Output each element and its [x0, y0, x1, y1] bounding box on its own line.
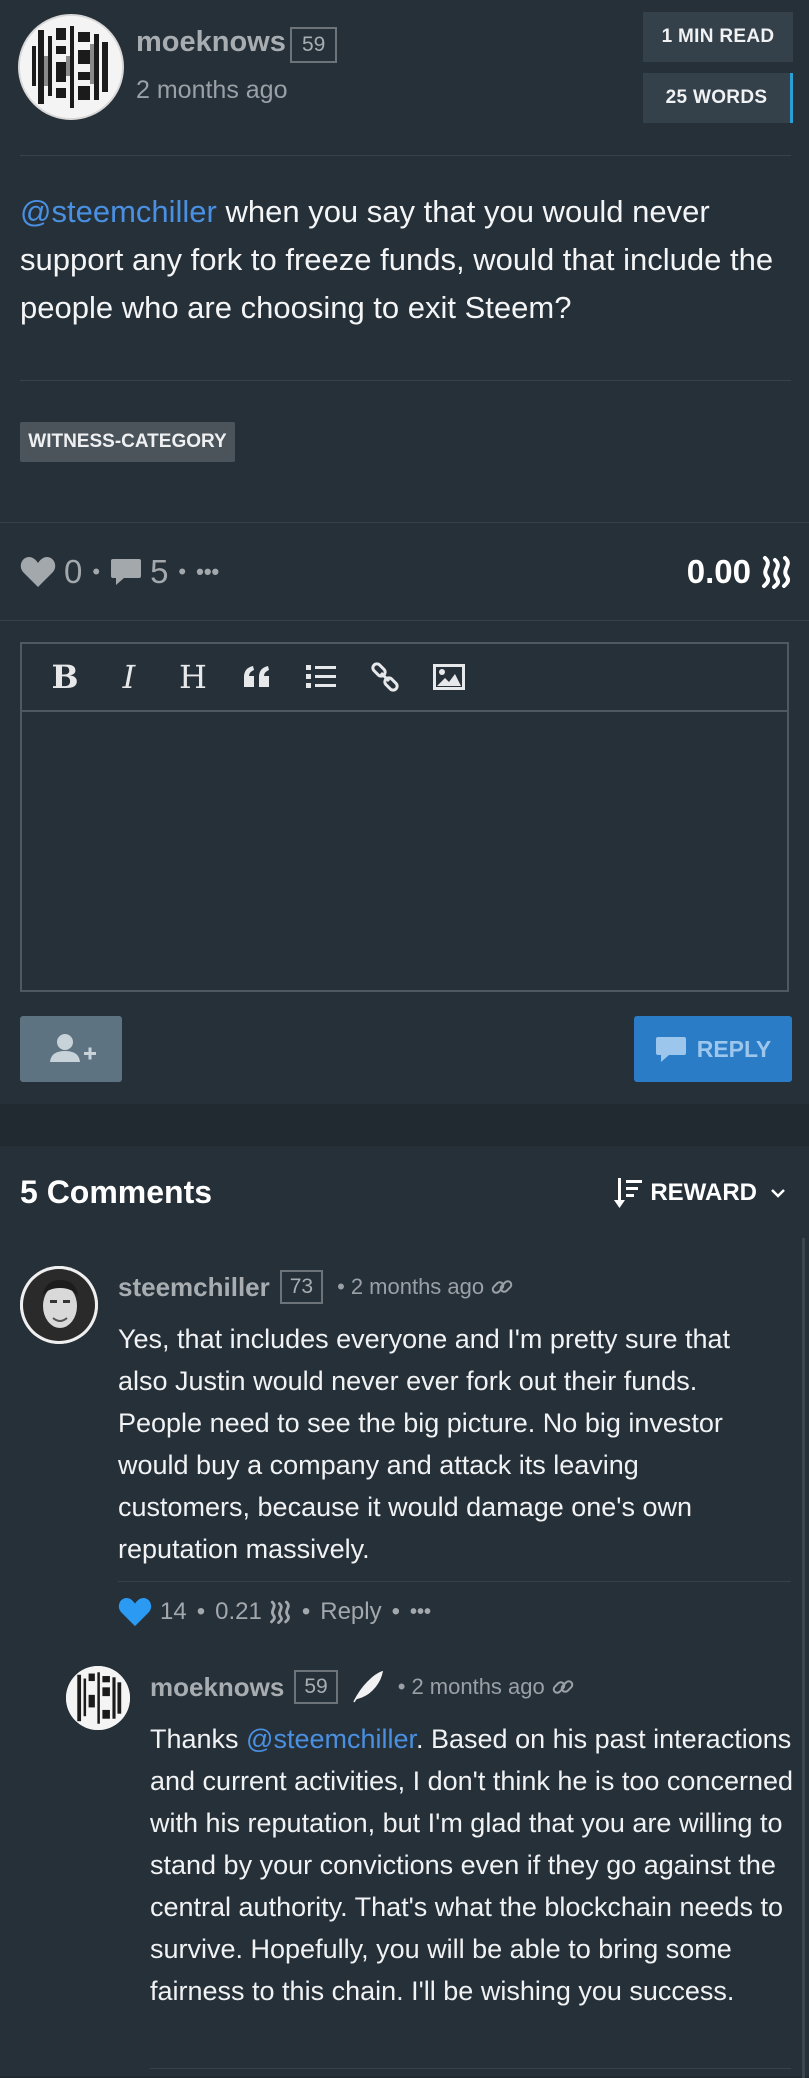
quote-icon[interactable]	[236, 656, 278, 698]
comment-icon	[655, 1037, 686, 1062]
post-time[interactable]: 2 months ago	[136, 76, 288, 105]
editor-textarea[interactable]	[22, 712, 787, 992]
divider	[118, 1581, 791, 1582]
divider	[20, 155, 791, 156]
reputation-badge: 59	[290, 27, 338, 63]
author-avatar[interactable]	[18, 14, 124, 120]
author-name[interactable]: moeknows	[136, 26, 286, 59]
post-payout[interactable]: 0.00	[687, 553, 793, 591]
commenter-avatar[interactable]	[66, 1666, 130, 1730]
heart-icon[interactable]	[118, 1597, 152, 1627]
post-body: @steemchiller when you say that you woul…	[20, 188, 795, 332]
italic-button[interactable]: I	[108, 656, 150, 698]
comment-actions: 14 • 0.21 • Reply • •••	[118, 1594, 431, 1630]
read-time-badge: 1 MIN READ	[643, 12, 793, 62]
reply-editor: B I H	[20, 642, 789, 992]
link-icon[interactable]	[364, 656, 406, 698]
comment-body: Yes, that includes everyone and I'm pret…	[118, 1324, 731, 1564]
comment-time[interactable]: 2 months ago	[411, 1674, 544, 1700]
editor-toolbar: B I H	[22, 644, 787, 712]
comment-count[interactable]: 5	[150, 553, 168, 591]
sort-dropdown[interactable]: REWARD	[614, 1176, 787, 1210]
steem-icon	[759, 555, 793, 589]
comment-author[interactable]: moeknows	[150, 1672, 284, 1703]
link-icon[interactable]	[490, 1275, 514, 1299]
sort-label: REWARD	[650, 1179, 757, 1206]
heart-icon[interactable]	[20, 556, 56, 588]
commenter-avatar[interactable]	[20, 1266, 98, 1344]
steem-icon	[269, 1600, 290, 1624]
reply-button[interactable]: REPLY	[634, 1016, 792, 1082]
post-card: moeknows 59 2 months ago 1 MIN READ 25 W…	[0, 0, 809, 1104]
divider	[0, 522, 809, 523]
image-icon[interactable]	[428, 656, 470, 698]
reply-link[interactable]: Reply	[320, 1598, 381, 1626]
tag-chip[interactable]: WITNESS-CATEGORY	[20, 422, 235, 462]
reply-button-label: REPLY	[696, 1035, 772, 1062]
vote-count[interactable]: 0	[64, 553, 82, 591]
list-icon[interactable]	[300, 656, 342, 698]
comment-time[interactable]: 2 months ago	[351, 1274, 484, 1300]
divider	[150, 2068, 791, 2069]
comment-icon[interactable]	[110, 557, 142, 587]
feather-icon	[353, 1670, 383, 1703]
post-actions: 0 • 5 • •••	[20, 550, 219, 594]
divider	[0, 620, 809, 621]
payout-amount: 0.00	[686, 553, 751, 590]
mention-link[interactable]: @steemchiller	[246, 1724, 416, 1754]
sort-icon	[614, 1178, 643, 1208]
comment-header: moeknows 59 • 2 months ago	[150, 1670, 575, 1704]
reputation-badge: 73	[279, 1270, 324, 1304]
comment-body: Thanks @steemchiller. Based on his past …	[150, 1718, 795, 2012]
heading-button[interactable]: H	[172, 656, 214, 698]
word-count-badge: 25 WORDS	[643, 73, 793, 123]
divider	[20, 380, 791, 381]
more-menu[interactable]: •••	[410, 1601, 431, 1624]
add-user-button[interactable]	[20, 1016, 122, 1082]
bold-button[interactable]: B	[44, 656, 86, 698]
comments-title: 5 Comments	[20, 1174, 213, 1210]
comment-payout[interactable]: 0.21	[215, 1598, 262, 1626]
vote-count[interactable]: 14	[160, 1598, 187, 1626]
mention-link[interactable]: @steemchiller	[20, 194, 217, 229]
comment-header: steemchiller 73 • 2 months ago	[118, 1270, 514, 1304]
chevron-down-icon	[771, 1189, 785, 1198]
more-menu[interactable]: •••	[196, 559, 219, 585]
comments-section: 5 Comments REWARD steemchiller 73 • 2 mo…	[0, 1146, 809, 2078]
comment-body-text: . Based on his past interactions and cur…	[150, 1724, 794, 2006]
comment-body-prefix: Thanks	[150, 1724, 247, 1754]
link-icon[interactable]	[551, 1675, 575, 1699]
scrollbar[interactable]	[802, 1238, 805, 2078]
reputation-badge: 59	[294, 1670, 338, 1704]
comment-author[interactable]: steemchiller	[118, 1272, 270, 1303]
